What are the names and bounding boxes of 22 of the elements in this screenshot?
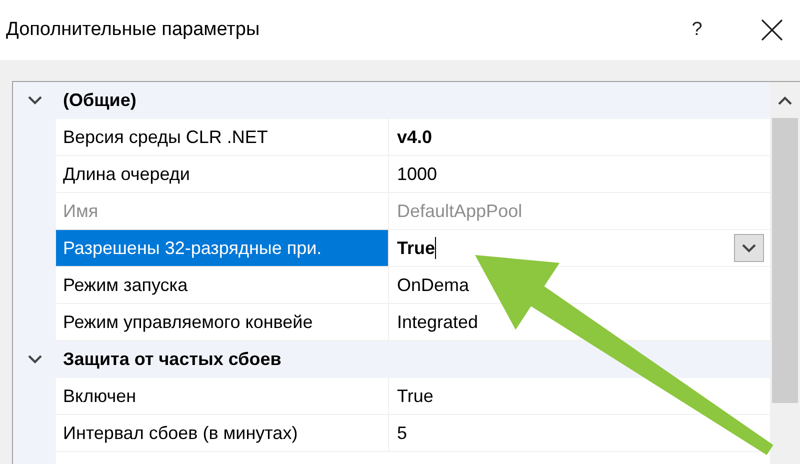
property-name[interactable]: Режим управляемого конвейе: [56, 304, 389, 341]
chevron-icon: [28, 96, 42, 105]
chevron-icon: [742, 244, 756, 252]
window-title: Дополнительные параметры: [6, 19, 261, 41]
scrollbar[interactable]: [770, 82, 800, 464]
property-name[interactable]: Включен: [56, 378, 389, 415]
property-name[interactable]: Длина очереди: [56, 156, 389, 193]
property-value: DefaultAppPool: [389, 193, 770, 230]
chevron-icon: [28, 355, 42, 364]
property-value: v4.0: [389, 119, 770, 156]
close-icon: [761, 19, 783, 41]
dropdown-button[interactable]: [734, 234, 764, 262]
property-value: 1000: [389, 156, 770, 193]
property-name[interactable]: Интервал сбоев (в минутах): [56, 415, 389, 452]
scroll-up-icon: [778, 96, 792, 104]
help-button[interactable]: ?: [677, 10, 717, 50]
property-name[interactable]: Версия среды CLR .NET: [56, 119, 389, 156]
property-name[interactable]: Режим запуска: [56, 267, 389, 304]
scrollbar-thumb[interactable]: [772, 118, 798, 403]
property-name[interactable]: Разрешены 32-разрядные при.: [56, 230, 389, 267]
category-header: Защита от частых сбоев: [56, 341, 770, 378]
category-header: (Общие): [56, 82, 770, 119]
